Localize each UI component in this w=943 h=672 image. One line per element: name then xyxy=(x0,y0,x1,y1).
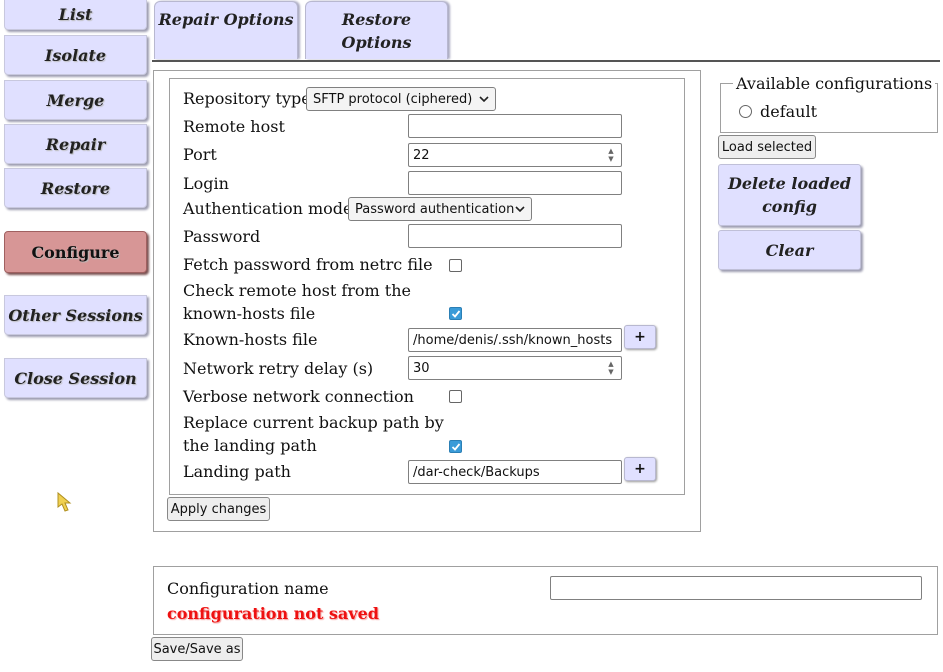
retry-delay-input[interactable]: 30 ▲ ▼ xyxy=(408,356,622,380)
config-status-text: configuration not saved xyxy=(167,604,379,623)
delete-loaded-config-label-2: config xyxy=(762,197,817,216)
nav-repair-button[interactable]: Repair xyxy=(4,124,147,164)
nav-other-sessions-button[interactable]: Other Sessions xyxy=(4,295,147,335)
config-default-radio[interactable] xyxy=(739,105,752,118)
clear-button[interactable]: Clear xyxy=(718,230,861,270)
tab-divider xyxy=(152,60,940,62)
auth-mode-label: Authentication mode xyxy=(183,199,353,218)
port-stepper-icon[interactable]: ▲ ▼ xyxy=(605,147,617,163)
mouse-cursor-icon xyxy=(57,491,72,512)
replace-path-checkbox[interactable] xyxy=(449,440,462,453)
verbose-checkbox[interactable] xyxy=(449,390,462,403)
landing-path-browse-button[interactable]: + xyxy=(624,457,656,481)
auth-mode-select[interactable]: Password authentication xyxy=(348,197,532,221)
landing-path-input[interactable]: /dar-check/Backups xyxy=(408,460,622,484)
retry-delay-stepper-icon[interactable]: ▲ ▼ xyxy=(605,360,617,376)
auth-mode-value: Password authentication xyxy=(355,201,515,217)
tab-repair-options-label: Repair Options xyxy=(158,10,294,29)
check-host-checkbox[interactable] xyxy=(449,307,462,320)
nav-merge-button[interactable]: Merge xyxy=(4,80,147,120)
nav-configure-button[interactable]: Configure xyxy=(4,231,147,273)
chevron-down-icon xyxy=(515,206,525,212)
remote-host-input[interactable] xyxy=(408,114,622,138)
tab-restore-options[interactable]: Restore Options xyxy=(305,1,448,59)
delete-loaded-config-label-1: Delete loaded xyxy=(727,174,852,193)
netrc-label: Fetch password from netrc file xyxy=(183,255,433,274)
password-label: Password xyxy=(183,227,261,246)
repository-type-label: Repository type xyxy=(183,89,311,108)
nav-isolate-button[interactable]: Isolate xyxy=(4,35,147,75)
netrc-checkbox[interactable] xyxy=(449,259,462,272)
config-default-label: default xyxy=(760,102,818,121)
chevron-down-icon xyxy=(479,96,489,102)
save-as-button[interactable]: Save/Save as xyxy=(151,637,243,661)
delete-loaded-config-button[interactable]: Delete loaded config xyxy=(718,164,861,226)
verbose-label: Verbose network connection xyxy=(183,387,414,406)
login-input[interactable] xyxy=(408,171,622,195)
repository-type-value: SFTP protocol (ciphered) xyxy=(313,91,473,107)
login-label: Login xyxy=(183,174,229,193)
config-name-label: Configuration name xyxy=(167,579,329,598)
landing-path-label: Landing path xyxy=(183,462,291,481)
known-hosts-input[interactable]: /home/denis/.ssh/known_hosts xyxy=(408,328,622,352)
retry-delay-value: 30 xyxy=(413,360,430,376)
repository-type-select[interactable]: SFTP protocol (ciphered) xyxy=(306,87,496,111)
known-hosts-label: Known-hosts file xyxy=(183,330,318,349)
tab-repair-options[interactable]: Repair Options xyxy=(154,1,298,59)
tab-restore-options-label-2: Options xyxy=(341,32,412,52)
password-input[interactable] xyxy=(408,224,622,248)
known-hosts-browse-button[interactable]: + xyxy=(624,325,656,349)
apply-changes-button[interactable]: Apply changes xyxy=(167,497,270,521)
replace-path-label-2: the landing path xyxy=(183,436,317,455)
nav-list-button[interactable]: List xyxy=(4,0,147,30)
load-selected-button[interactable]: Load selected xyxy=(718,135,816,159)
check-icon xyxy=(451,310,461,318)
available-configs-legend: Available configurations xyxy=(733,72,936,95)
retry-delay-label: Network retry delay (s) xyxy=(183,359,374,378)
check-host-label-2: known-hosts file xyxy=(183,304,316,323)
remote-host-label: Remote host xyxy=(183,117,285,136)
port-value: 22 xyxy=(413,147,430,163)
check-host-label-1: Check remote host from the xyxy=(183,281,411,300)
config-name-input[interactable] xyxy=(550,576,922,600)
nav-restore-button[interactable]: Restore xyxy=(4,168,147,208)
nav-close-session-button[interactable]: Close Session xyxy=(4,358,147,398)
tab-restore-options-label-1: Restore xyxy=(341,9,412,29)
replace-path-label-1: Replace current backup path by xyxy=(183,413,444,432)
port-label: Port xyxy=(183,145,217,164)
check-icon xyxy=(451,443,461,451)
port-input[interactable]: 22 ▲ ▼ xyxy=(408,143,622,167)
